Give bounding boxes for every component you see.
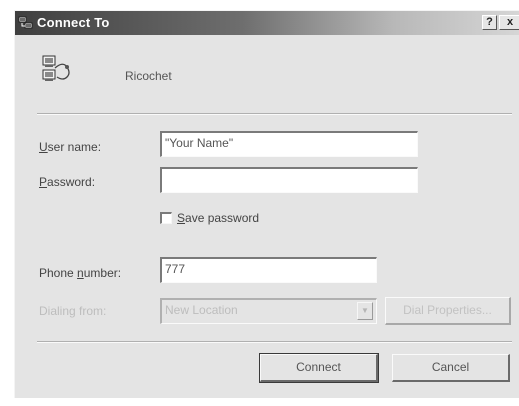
phone-number-input[interactable]: 777 xyxy=(160,257,377,283)
phone-label-accel: n xyxy=(77,266,84,280)
window-title: Connect To xyxy=(37,15,110,30)
username-input[interactable]: "Your Name" xyxy=(160,131,418,157)
help-icon: ? xyxy=(486,16,493,28)
username-label: User name: xyxy=(39,140,101,154)
password-label-text: assword: xyxy=(47,175,96,189)
save-password-accel: S xyxy=(177,211,186,225)
help-button[interactable]: ? xyxy=(482,15,497,30)
save-password-checkbox[interactable] xyxy=(160,212,172,224)
dialing-from-value: New Location xyxy=(165,303,238,317)
username-label-text: ser name: xyxy=(47,140,102,154)
separator-top xyxy=(37,113,512,115)
dialup-computers-icon xyxy=(42,55,70,81)
connection-name: Ricochet xyxy=(125,69,172,83)
dialing-from-label: Dialing from: xyxy=(39,304,107,318)
dialing-from-select[interactable]: New Location xyxy=(160,298,377,324)
username-label-accel: U xyxy=(39,140,48,154)
phone-label-pre: Phone xyxy=(39,266,78,280)
close-icon: x xyxy=(506,16,514,28)
dialing-from-dropdown-arrow[interactable]: ▼ xyxy=(357,302,373,320)
save-password-text: ave password xyxy=(185,211,260,225)
phone-label-text: umber: xyxy=(83,266,122,280)
password-label: Password: xyxy=(39,175,95,189)
save-password-label[interactable]: Save password xyxy=(177,211,259,225)
connect-to-dialog: Connect To ? x Ricochet User name: "Your… xyxy=(14,10,519,398)
connect-button[interactable]: Connect xyxy=(259,353,379,383)
dialup-connection-icon xyxy=(18,16,33,29)
close-button[interactable]: x xyxy=(499,15,519,30)
phone-number-label: Phone number: xyxy=(39,266,121,280)
password-input[interactable] xyxy=(160,167,418,193)
chevron-down-icon: ▼ xyxy=(361,306,369,315)
separator-bottom xyxy=(37,341,512,343)
title-bar[interactable]: Connect To ? x xyxy=(15,11,519,35)
dial-properties-button[interactable]: Dial Properties... xyxy=(385,297,511,325)
password-label-accel: P xyxy=(39,175,48,189)
cancel-button[interactable]: Cancel xyxy=(392,354,510,382)
